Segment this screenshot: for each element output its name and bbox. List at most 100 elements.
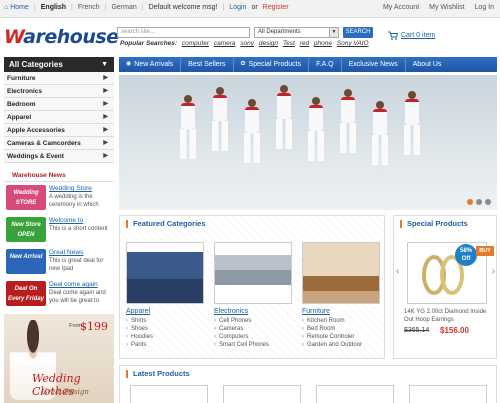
tab-best-sellers[interactable]: Best Sellers — [181, 57, 234, 72]
featured-column-apparel: Apparel Shirts Shoes Hoodies Pants — [126, 242, 204, 349]
chevron-down-icon: ▼ — [329, 28, 338, 37]
site-logo[interactable]: Warehouse — [4, 26, 119, 48]
popular-keyword[interactable]: camera — [214, 40, 236, 47]
latest-products: Latest Products — [119, 365, 497, 403]
news-item[interactable]: Deal On Every Friday Deal come again Dea… — [4, 279, 114, 310]
home-icon: ⌂ — [4, 4, 9, 11]
category-item-weddings[interactable]: Weddings & Event ▶ — [4, 150, 114, 163]
news-title[interactable]: Wedding Store — [49, 185, 92, 192]
old-price: $365.14 — [404, 327, 430, 334]
promo-price: $199 — [80, 320, 108, 333]
popular-keyword[interactable]: computer — [182, 40, 209, 47]
slide-dot[interactable] — [476, 199, 482, 205]
welcome-message: Default welcome msg! — [148, 4, 218, 11]
featured-subitem[interactable]: Shirts — [126, 317, 204, 325]
news-header: Warehouse News — [4, 170, 114, 182]
buy-button[interactable]: BUY — [476, 246, 494, 256]
chevron-right-icon[interactable]: › — [492, 266, 495, 277]
tab-about-us[interactable]: About Us — [406, 57, 449, 72]
popular-keyword[interactable]: sony — [240, 40, 254, 47]
category-item-cameras[interactable]: Cameras & Camcorders ▶ — [4, 137, 114, 150]
featured-subitem[interactable]: Remote Controler — [302, 333, 380, 341]
featured-subitem[interactable]: Cell Phones — [214, 317, 292, 325]
language-german[interactable]: German — [111, 4, 136, 11]
special-title: Special Products — [400, 220, 468, 228]
hero-slideshow[interactable] — [119, 75, 497, 210]
all-categories-header[interactable]: All Categories ▼ — [4, 57, 114, 72]
slide-dot[interactable] — [485, 199, 491, 205]
news-item[interactable]: New Arrival Great News This is great dea… — [4, 247, 114, 278]
special-products: Special Products ‹ 58% Off BUY › 14K YG 2… — [393, 215, 497, 359]
login-link[interactable]: Login — [229, 4, 246, 11]
category-item-apple-accessories[interactable]: Apple Accessories ▶ — [4, 124, 114, 137]
featured-subitem[interactable]: Shoes — [126, 325, 204, 333]
sale-price: $156.00 — [440, 326, 469, 335]
featured-subitem[interactable]: Garden and Outdoor — [302, 341, 380, 349]
chevron-left-icon[interactable]: ‹ — [396, 266, 399, 277]
news-item[interactable]: New Store OPEN Welcome to This is a shor… — [4, 215, 114, 246]
gift-icon: ✿ — [240, 61, 246, 67]
news-item[interactable]: Wedding STORE Wedding Store A wedding is… — [4, 183, 114, 214]
my-wishlist-link[interactable]: My Wishlist — [429, 4, 464, 11]
featured-subitem[interactable]: Kitchen Room — [302, 317, 380, 325]
popular-keyword[interactable]: phone — [314, 40, 332, 47]
featured-subitem[interactable]: Cameras — [214, 325, 292, 333]
chevron-right-icon: ▶ — [103, 140, 108, 146]
featured-category-link[interactable]: Furniture — [302, 308, 380, 315]
my-account-link[interactable]: My Account — [383, 4, 419, 11]
featured-subitem[interactable]: Computers — [214, 333, 292, 341]
product-thumbnail[interactable] — [130, 385, 208, 403]
tab-special-products[interactable]: ✿ Special Products — [234, 57, 310, 72]
language-french[interactable]: French — [78, 4, 100, 11]
product-thumbnail[interactable] — [409, 385, 487, 403]
home-link[interactable]: ⌂ Home — [4, 4, 29, 11]
category-item-bedroom[interactable]: Bedroom ▶ — [4, 98, 114, 111]
hero-figure — [307, 97, 325, 161]
popular-searches: Popular Searches: computer camera sony d… — [120, 40, 369, 47]
featured-category-link[interactable]: Electronics — [214, 308, 292, 315]
news-thumbnail: Deal On Every Friday — [6, 281, 46, 306]
news-thumbnail: New Store OPEN — [6, 217, 46, 242]
language-english[interactable]: English — [41, 4, 66, 11]
featured-category-link[interactable]: Apparel — [126, 308, 204, 315]
log-in-link[interactable]: Log In — [475, 4, 494, 11]
news-title[interactable]: Great News — [49, 249, 83, 256]
featured-subitem[interactable]: Pants — [126, 341, 204, 349]
news-title[interactable]: Welcome to — [49, 217, 83, 224]
featured-categories: Featured Categories Apparel Shirts Shoes… — [119, 215, 385, 359]
category-list: Furniture ▶ Electronics ▶ Bedroom ▶ Apparel… — [4, 72, 114, 163]
cart-icon — [388, 31, 398, 40]
product-thumbnail[interactable] — [223, 385, 301, 403]
cart-link[interactable]: Cart 0 item — [388, 31, 435, 40]
popular-keyword[interactable]: Test — [283, 40, 295, 47]
product-name[interactable]: 14K YG 2.00ct Diamond Inside Out Hoop Ea… — [404, 309, 494, 324]
wedding-promo-banner[interactable]: From $199 Wedding Clothes Great Design — [4, 314, 114, 403]
popular-keyword[interactable]: red — [300, 40, 309, 47]
slide-dot[interactable] — [467, 199, 473, 205]
search-button[interactable]: SEARCH — [343, 27, 373, 38]
or-text: or — [251, 4, 258, 11]
popular-keyword[interactable]: Sony VAIO — [337, 40, 369, 47]
news-title[interactable]: Deal come again — [49, 281, 98, 288]
featured-subitem[interactable]: Bed Room — [302, 325, 380, 333]
category-item-apparel[interactable]: Apparel ▶ — [4, 111, 114, 124]
popular-keyword[interactable]: design — [259, 40, 278, 47]
search-input[interactable]: search site... — [117, 27, 250, 38]
tab-exclusive-news[interactable]: Exclusive News — [342, 57, 406, 72]
department-select[interactable]: All Departments ▼ — [254, 27, 339, 38]
chevron-right-icon: ▶ — [103, 114, 108, 120]
register-link[interactable]: Register — [263, 4, 289, 11]
featured-column-electronics: Electronics Cell Phones Cameras Computer… — [214, 242, 292, 349]
featured-column-furniture: Furniture Kitchen Room Bed Room Remote C… — [302, 242, 380, 349]
tab-new-arrivals[interactable]: ◉ New Arrivals — [119, 57, 182, 72]
tab-faq[interactable]: F.A.Q — [309, 57, 342, 72]
furniture-image[interactable] — [302, 242, 380, 304]
featured-subitem[interactable]: Smart Cell Phones — [214, 341, 292, 349]
apparel-image[interactable] — [126, 242, 204, 304]
product-thumbnail[interactable] — [316, 385, 394, 403]
featured-subitem[interactable]: Hoodies — [126, 333, 204, 341]
electronics-image[interactable] — [214, 242, 292, 304]
chevron-right-icon: ▶ — [103, 127, 108, 133]
category-item-electronics[interactable]: Electronics ▶ — [4, 85, 114, 98]
category-item-furniture[interactable]: Furniture ▶ — [4, 72, 114, 85]
